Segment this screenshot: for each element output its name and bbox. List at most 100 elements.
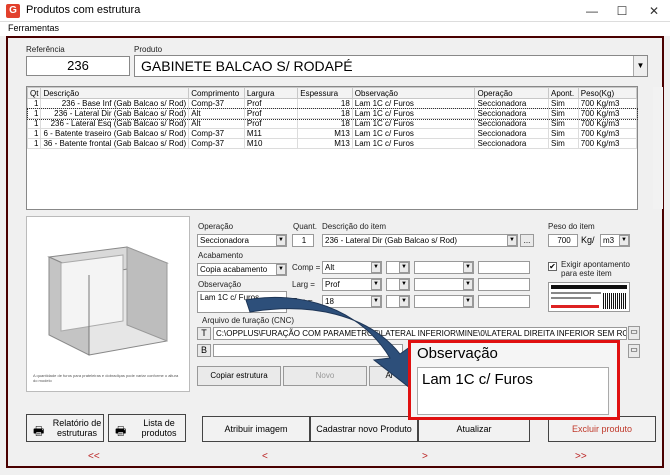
- table-cell: M11: [243, 128, 299, 139]
- items-table[interactable]: Qt Descrição Comprimento Largura Espessura Ob…: [26, 86, 663, 210]
- larg-extra-field[interactable]: ▼: [414, 278, 474, 291]
- referencia-label: Referência: [26, 45, 65, 54]
- table-cell: 6 - Batente traseiro (Gab Balcao s/ Rod): [40, 128, 190, 139]
- operacao-select[interactable]: Seccionadora ▼: [197, 234, 287, 247]
- chevron-down-icon[interactable]: ▼: [463, 279, 473, 290]
- table-cell: Alt: [188, 108, 245, 119]
- referencia-field[interactable]: 236: [26, 56, 130, 76]
- peso-field[interactable]: 700: [548, 234, 578, 247]
- table-cell: 18: [297, 118, 353, 129]
- table-cell: 236 - Lateral Esq (Gab Balcao s/ Rod): [40, 118, 190, 129]
- acabamento-select[interactable]: Copia acabamento ▼: [197, 263, 287, 276]
- column-header[interactable]: Peso(Kg): [577, 87, 638, 99]
- comp-extra2-field[interactable]: [478, 261, 530, 274]
- chevron-down-icon[interactable]: ▼: [276, 264, 286, 275]
- exigir-checkbox[interactable]: ✔: [548, 262, 557, 271]
- column-header[interactable]: Observação: [351, 87, 476, 99]
- larg-extra2-field[interactable]: [478, 278, 530, 291]
- minimize-button[interactable]: —: [578, 0, 606, 22]
- table-cell: 236 - Base Inf (Gab Balcao s/ Rod): [40, 98, 190, 109]
- column-header[interactable]: Comprimento: [188, 87, 245, 99]
- chevron-down-icon[interactable]: ▼: [507, 235, 517, 246]
- descricao-select[interactable]: 236 - Lateral Dir (Gab Balcao s/ Rod) ▼: [322, 234, 518, 247]
- comp-label: Comp =: [292, 263, 321, 272]
- title-bar: G Produtos com estrutura — ☐ ✕: [0, 0, 670, 22]
- lista-label: Lista de produtos: [141, 418, 177, 438]
- table-row[interactable]: 16 - Batente traseiro (Gab Balcao s/ Rod…: [26, 128, 638, 139]
- column-header[interactable]: Qt: [26, 87, 42, 99]
- esp-extra2-field[interactable]: [478, 295, 530, 308]
- printer-icon: 🖶: [33, 424, 45, 438]
- tool-b-icon[interactable]: B: [197, 344, 211, 357]
- tool-icon[interactable]: T: [197, 327, 211, 340]
- table-row[interactable]: 1 36 - Batente frontal (Gab Balcao s/ Rod…: [26, 138, 638, 149]
- lista-produtos-button[interactable]: 🖶 Lista de produtos: [108, 414, 186, 442]
- quant-label: Quant.: [293, 222, 318, 231]
- produto-select[interactable]: GABINETE BALCAO S/ RODAPÉ ▼: [134, 55, 648, 77]
- chevron-down-icon[interactable]: ▼: [463, 296, 473, 307]
- column-header[interactable]: Apont.: [547, 87, 579, 99]
- table-row[interactable]: 1 236 - Lateral Esq (Gab Balcao s/ Rod) Al…: [26, 118, 638, 129]
- chevron-down-icon[interactable]: ▼: [463, 262, 473, 273]
- maximize-button[interactable]: ☐: [608, 0, 636, 22]
- window-title: Produtos com estrutura: [26, 4, 141, 16]
- table-scrollbar[interactable]: [653, 87, 663, 209]
- table-cell: Lam 1C c/ Furos: [351, 128, 476, 139]
- nav-last-button[interactable]: >>: [575, 451, 587, 462]
- comp-select[interactable]: Alt ▼: [322, 261, 382, 274]
- nav-prev-button[interactable]: <: [262, 451, 268, 462]
- chevron-down-icon[interactable]: ▼: [371, 262, 381, 273]
- browse-item-button[interactable]: ...: [520, 234, 534, 247]
- table-row[interactable]: 1 236 - Base Inf (Gab Balcao s/ Rod) Comp-…: [26, 98, 638, 109]
- table-cell: Sim: [547, 108, 579, 119]
- table-cell: Prof: [243, 108, 299, 119]
- table-cell: Sim: [547, 98, 579, 109]
- table-cell: Comp-37: [188, 128, 245, 139]
- product-image: A quantidade de furos para prateleiras e…: [26, 216, 190, 392]
- cadastrar-produto-button[interactable]: Cadastrar novo Produto: [310, 416, 418, 442]
- nav-next-button[interactable]: >: [422, 451, 428, 462]
- table-cell: 1: [26, 128, 42, 139]
- table-cell: Seccionadora: [474, 98, 549, 109]
- table-cell: 700 Kg/m3: [577, 128, 638, 139]
- table-cell: Lam 1C c/ Furos: [351, 138, 476, 149]
- table-cell: Comp-37: [188, 98, 245, 109]
- column-header[interactable]: Descrição: [40, 87, 190, 99]
- cabinet-drawing: [47, 246, 169, 356]
- nav-first-button[interactable]: <<: [88, 451, 100, 462]
- chevron-down-icon[interactable]: ▼: [633, 56, 647, 76]
- relatorio-estruturas-button[interactable]: 🖶 Relatório de estruturas: [26, 414, 104, 442]
- table-cell: Sim: [547, 128, 579, 139]
- menu-ferramentas[interactable]: Ferramentas: [8, 23, 59, 33]
- table-cell: 1: [26, 138, 42, 149]
- folder-icon[interactable]: ▭: [628, 326, 640, 340]
- comp-extra-field[interactable]: ▼: [414, 261, 474, 274]
- peso-label: Peso do item: [548, 222, 595, 231]
- table-cell: Sim: [547, 138, 579, 149]
- table-row[interactable]: 1 236 - Lateral Dir (Gab Balcao s/ Rod) Al…: [26, 107, 638, 120]
- table-cell: M13: [297, 128, 353, 139]
- chevron-down-icon[interactable]: ▼: [276, 235, 286, 246]
- zoom-title: Observação: [417, 345, 498, 362]
- peso-unit2-value: m3: [603, 236, 615, 245]
- column-header[interactable]: Operação: [474, 87, 549, 99]
- table-cell: 700 Kg/m3: [577, 108, 638, 119]
- chevron-down-icon[interactable]: ▼: [399, 262, 409, 273]
- atribuir-imagem-button[interactable]: Atribuir imagem: [202, 416, 310, 442]
- close-button[interactable]: ✕: [640, 0, 668, 22]
- table-cell: Comp-37: [188, 138, 245, 149]
- column-header[interactable]: Espessura: [297, 87, 353, 99]
- column-header[interactable]: Largura: [243, 87, 299, 99]
- chevron-down-icon[interactable]: ▼: [619, 235, 629, 246]
- table-cell: Alt: [188, 118, 245, 129]
- quant-field[interactable]: 1: [292, 234, 314, 247]
- produto-label: Produto: [134, 45, 163, 54]
- table-cell: Seccionadora: [474, 118, 549, 129]
- table-cell: Lam 1C c/ Furos: [351, 98, 476, 109]
- folder-icon[interactable]: ▭: [628, 344, 640, 358]
- callout-arrow: [245, 296, 415, 389]
- comp-op-select[interactable]: ▼: [386, 261, 410, 274]
- esp-extra-field[interactable]: ▼: [414, 295, 474, 308]
- peso-unit-select[interactable]: m3 ▼: [600, 234, 630, 247]
- table-cell: 18: [297, 108, 353, 119]
